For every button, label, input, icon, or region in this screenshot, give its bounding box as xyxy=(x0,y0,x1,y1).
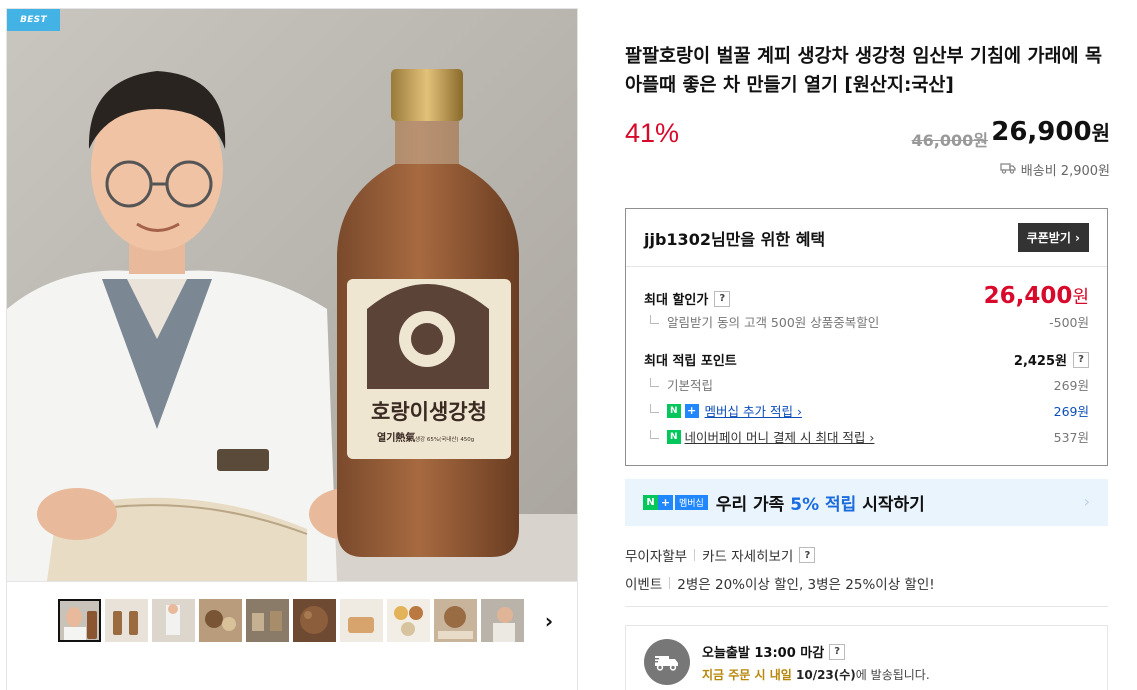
divider xyxy=(625,606,1108,607)
membership-logo-text: 멤버십 xyxy=(675,495,708,510)
sale-price: 26,900원 xyxy=(991,117,1110,147)
thumbnail[interactable] xyxy=(340,599,383,642)
max-point-row: 최대 적립 포인트 2,425원? xyxy=(644,350,1089,369)
delivery-notice-date: 10/23(수) xyxy=(796,668,856,682)
help-icon[interactable]: ? xyxy=(1073,351,1089,368)
coupon-button[interactable]: 쿠폰받기 › xyxy=(1017,223,1089,252)
max-discount-number: 26,400 xyxy=(983,283,1073,309)
thumbnail[interactable] xyxy=(293,599,336,642)
npay-point-link[interactable]: 네이버페이 머니 결제 시 최대 적립 › xyxy=(685,427,875,446)
benefit-title: jjb1302님만을 위한 혜택 xyxy=(644,229,826,249)
thumbnail[interactable] xyxy=(105,599,148,642)
thumbnail[interactable] xyxy=(434,599,477,642)
main-product-image[interactable]: 호랑이생강청 열기熱氣 생강 65%(국내산) 450g BEST xyxy=(7,9,577,581)
thumbnail-strip: › xyxy=(7,581,577,690)
banner-text-suffix: 시작하기 xyxy=(856,495,925,515)
thumbnail[interactable] xyxy=(199,599,242,642)
delivery-cutoff: 오늘출발 13:00 마감? xyxy=(702,642,846,661)
delivery-box: 오늘출발 13:00 마감? 지금 주문 시 내일 10/23(수)에 발송됩니… xyxy=(625,625,1108,690)
bottle-label-small: 생강 65%(국내산) 450g xyxy=(415,435,474,443)
chevron-right-icon: › xyxy=(1083,492,1090,511)
shipping-fee: 배송비 2,900원 xyxy=(1000,160,1110,179)
thumbnail[interactable] xyxy=(58,599,101,642)
help-icon[interactable]: ? xyxy=(799,547,816,563)
thumbnail[interactable] xyxy=(246,599,289,642)
card-detail-link[interactable]: 카드 자세히보기 xyxy=(702,545,793,565)
installment-label: 무이자할부 xyxy=(625,549,688,565)
plus-icon: + xyxy=(658,495,673,510)
delivery-cutoff-text: 오늘출발 13:00 마감 xyxy=(702,646,825,661)
max-discount-unit: 원 xyxy=(1072,287,1089,308)
membership-point-row: N + 멤버십 추가 적립 › 269원 xyxy=(644,401,1089,420)
max-discount-detail-value: -500원 xyxy=(1049,315,1089,330)
membership-point-value: 269원 xyxy=(1053,404,1089,419)
naver-membership-logo: N + 멤버십 xyxy=(643,495,708,510)
max-point-label: 최대 적립 포인트 xyxy=(644,354,737,369)
best-badge: BEST xyxy=(7,9,60,31)
npay-point-row: N 네이버페이 머니 결제 시 최대 적립 › 537원 xyxy=(644,427,1089,446)
naver-pay-icon: N xyxy=(667,429,681,444)
product-gallery: 호랑이생강청 열기熱氣 생강 65%(국내산) 450g BEST › xyxy=(6,8,578,690)
npay-point-value: 537원 xyxy=(1053,430,1089,445)
bottle-label-main: 호랑이생강청 xyxy=(371,400,487,424)
naver-n-icon: N xyxy=(643,495,658,510)
help-icon[interactable]: ? xyxy=(714,290,731,307)
max-discount-value: 26,400원 xyxy=(984,283,1089,309)
max-point-value: 2,425원 xyxy=(1013,354,1067,369)
base-point-row: 기본적립 269원 xyxy=(644,375,1089,394)
event-text: 2병은 20%이상 할인, 3병은 25%이상 할인! xyxy=(677,577,935,593)
membership-banner[interactable]: N + 멤버십 우리 가족 5% 적립 시작하기 › xyxy=(625,479,1108,526)
max-discount-row: 최대 할인가? 26,400원 xyxy=(644,283,1089,309)
original-price: 46,000원 xyxy=(911,131,988,150)
sale-price-unit: 원 xyxy=(1091,121,1110,145)
product-title: 팔팔호랑이 벌꿀 계피 생강차 생강청 임산부 기침에 가래에 목아플때 좋은 … xyxy=(625,46,1103,96)
delivery-notice: 지금 주문 시 내일 10/23(수)에 발송됩니다. xyxy=(702,666,930,683)
help-icon[interactable]: ? xyxy=(829,643,846,660)
benefit-box: jjb1302님만을 위한 혜택 쿠폰받기 › 최대 할인가? 26,400원 … xyxy=(625,208,1108,466)
shipping-fee-text: 배송비 2,900원 xyxy=(1020,164,1110,179)
thumbnail[interactable] xyxy=(152,599,195,642)
thumbnail[interactable] xyxy=(481,599,524,642)
truck-icon xyxy=(1000,162,1016,178)
bottle-label-sub: 열기熱氣 xyxy=(377,431,415,444)
membership-point-link[interactable]: 멤버십 추가 적립 › xyxy=(705,401,802,420)
delivery-notice-suffix: 에 발송됩니다. xyxy=(855,668,930,682)
base-point-label: 기본적립 xyxy=(667,378,714,393)
max-discount-detail-row: 알림받기 동의 고객 500원 상품중복할인 -500원 xyxy=(644,312,1089,331)
banner-text-highlight: 5% 적립 xyxy=(790,495,857,515)
sale-price-value: 26,900 xyxy=(991,117,1092,147)
max-point-value-wrap: 2,425원? xyxy=(1014,350,1089,369)
chevron-right-icon[interactable]: › xyxy=(538,608,560,634)
base-point-value: 269원 xyxy=(1053,378,1089,393)
product-photo: 호랑이생강청 열기熱氣 생강 65%(국내산) 450g xyxy=(7,9,577,581)
event-label: 이벤트 xyxy=(625,577,663,593)
benefit-header: jjb1302님만을 위한 혜택 쿠폰받기 › xyxy=(626,209,1107,267)
delivery-truck-icon xyxy=(644,639,690,685)
plus-icon: + xyxy=(684,403,699,418)
banner-text-prefix: 우리 가족 xyxy=(715,495,791,515)
membership-banner-text: 우리 가족 5% 적립 시작하기 xyxy=(716,490,925,515)
max-discount-detail: 알림받기 동의 고객 500원 상품중복할인 xyxy=(667,315,880,330)
max-discount-label: 최대 할인가 xyxy=(644,293,709,308)
discount-rate: 41% xyxy=(625,118,680,148)
naver-n-icon: N xyxy=(667,403,681,418)
installment-line: 무이자할부 카드 자세히보기 ? xyxy=(625,545,816,565)
thumbnail[interactable] xyxy=(387,599,430,642)
delivery-notice-prefix: 지금 주문 시 내일 xyxy=(702,668,796,682)
event-line: 이벤트 2병은 20%이상 할인, 3병은 25%이상 할인! xyxy=(625,573,935,593)
